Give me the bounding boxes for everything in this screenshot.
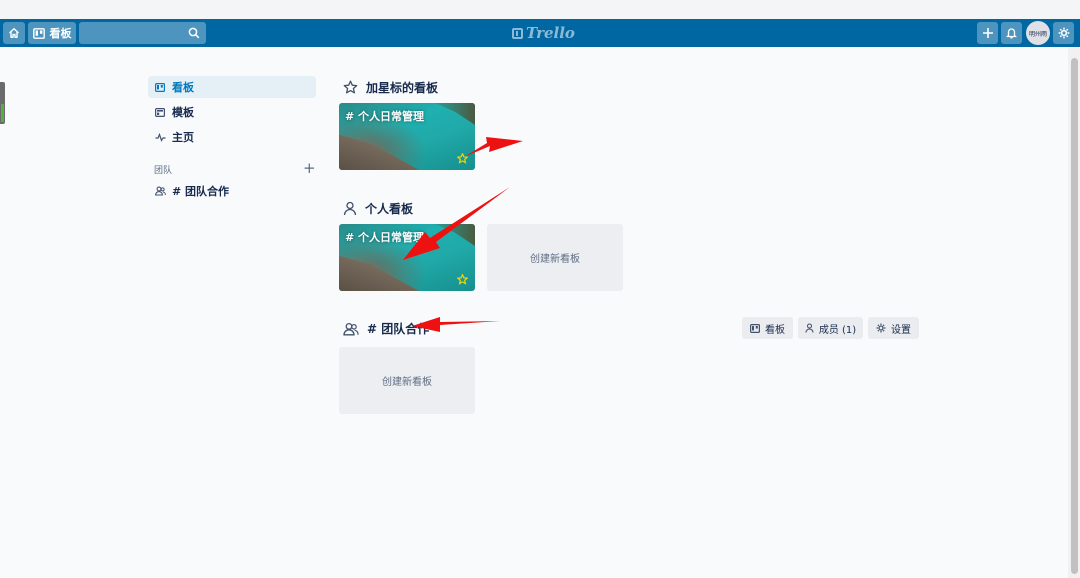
annotation-arrow: [464, 137, 523, 157]
annotation-arrows: [403, 137, 523, 332]
annotation-arrow: [403, 187, 510, 260]
annotation-arrow: [412, 317, 500, 332]
